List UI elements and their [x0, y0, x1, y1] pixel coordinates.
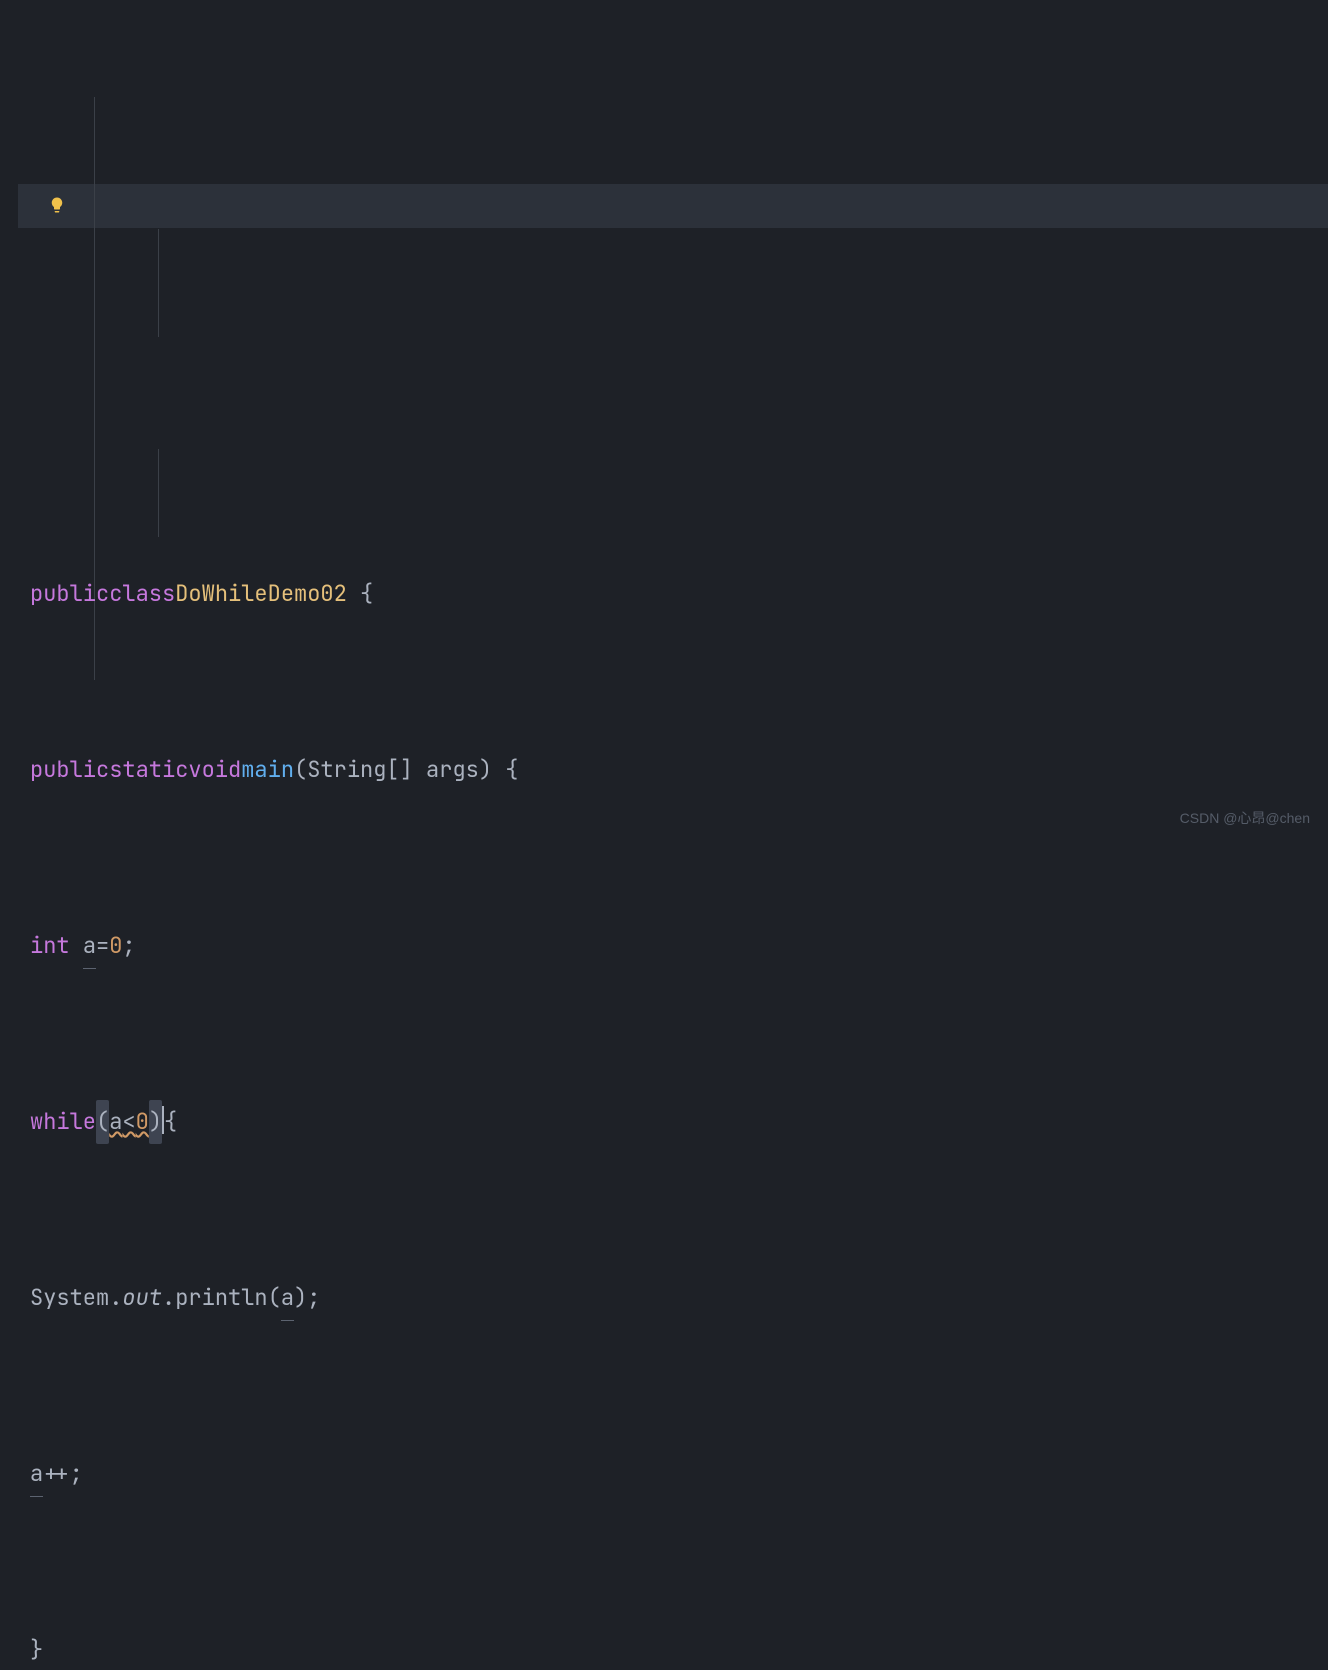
- semicolon: ;: [122, 924, 135, 968]
- op-assign: =: [96, 924, 109, 968]
- paren-close: ): [294, 1276, 307, 1320]
- method-main: main: [241, 748, 294, 792]
- brace-open: {: [164, 1100, 177, 1144]
- method-println: println: [175, 1276, 267, 1320]
- code-line[interactable]: while(a<0){: [30, 1100, 1328, 1144]
- code-area[interactable]: public class DoWhileDemo02 { public stat…: [18, 0, 1328, 835]
- code-line[interactable]: public static void main(String[] args) {: [30, 748, 1328, 792]
- brace-open: {: [347, 572, 373, 616]
- dot: .: [109, 1276, 122, 1320]
- op-lt: <: [122, 1100, 135, 1144]
- code-line[interactable]: }: [30, 1628, 1328, 1670]
- class-system: System: [30, 1276, 109, 1320]
- keyword-class: class: [109, 572, 175, 616]
- paren-close: ): [149, 1100, 162, 1144]
- brace-open: {: [492, 748, 518, 792]
- keyword-while: while: [30, 1100, 96, 1144]
- code-editor[interactable]: public class DoWhileDemo02 { public stat…: [0, 0, 1328, 835]
- space: [70, 924, 83, 968]
- keyword-public: public: [30, 748, 109, 792]
- keyword-void: void: [188, 748, 241, 792]
- paren-open: (: [268, 1276, 281, 1320]
- paren-close: ): [479, 748, 492, 792]
- op-increment: ++;: [43, 1452, 83, 1496]
- code-line[interactable]: [30, 396, 1328, 440]
- watermark-text: CSDN @心昂@chen: [1180, 811, 1310, 825]
- variable-a: a: [83, 924, 96, 969]
- code-line[interactable]: public class DoWhileDemo02 {: [30, 572, 1328, 616]
- code-line[interactable]: System.out.println(a);: [30, 1276, 1328, 1320]
- class-name: DoWhileDemo02: [175, 572, 347, 616]
- variable-a: a: [30, 1452, 43, 1497]
- lightbulb-icon[interactable]: [48, 188, 66, 232]
- keyword-public: public: [30, 572, 109, 616]
- param-type: String[]: [307, 748, 426, 792]
- code-line[interactable]: a++;: [30, 1452, 1328, 1496]
- brace-close: }: [30, 1628, 43, 1670]
- paren-open: (: [96, 1100, 109, 1144]
- semicolon: ;: [307, 1276, 320, 1320]
- paren-open: (: [294, 748, 307, 792]
- dot: .: [162, 1276, 175, 1320]
- number-zero: 0: [109, 924, 122, 968]
- number-zero: 0: [136, 1100, 149, 1144]
- variable-a: a: [281, 1276, 294, 1321]
- keyword-static: static: [109, 748, 188, 792]
- field-out: out: [122, 1276, 162, 1320]
- editor-gutter: [0, 0, 18, 835]
- param-args: args: [426, 748, 479, 792]
- variable-a: a: [109, 1100, 122, 1144]
- code-line[interactable]: int a=0;: [30, 924, 1328, 968]
- keyword-int: int: [30, 924, 70, 968]
